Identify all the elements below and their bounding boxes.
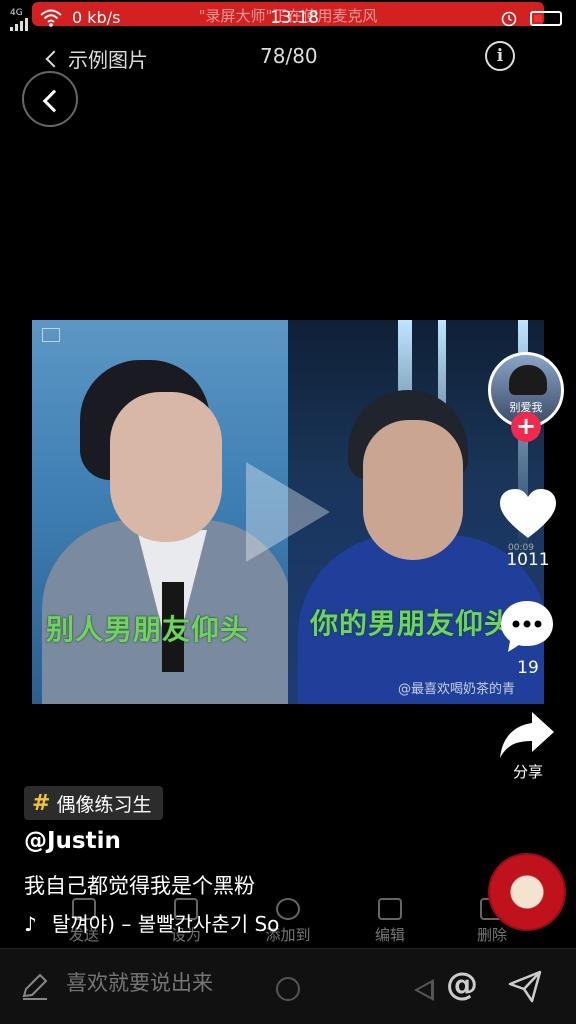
pencil-icon bbox=[22, 973, 48, 1000]
figure-face bbox=[110, 392, 222, 542]
ghost-action-label: 删除 bbox=[476, 926, 507, 944]
comment-bar: @ bbox=[0, 948, 576, 1024]
back-button[interactable] bbox=[22, 71, 78, 127]
magic-wand-icon bbox=[378, 898, 402, 920]
comment-input[interactable] bbox=[66, 971, 306, 995]
follow-button[interactable]: + bbox=[511, 412, 541, 442]
gallery-back-button[interactable]: 示例图片 bbox=[45, 44, 148, 73]
signal-icon bbox=[10, 18, 28, 31]
comment-icon[interactable] bbox=[498, 598, 556, 654]
gallery-back-label: 示例图片 bbox=[68, 48, 148, 72]
clock: 13:18 bbox=[270, 8, 319, 28]
network-type: 4G bbox=[10, 8, 23, 18]
ghost-action-label: 发送 bbox=[68, 926, 99, 944]
battery-icon bbox=[530, 11, 562, 26]
send-icon bbox=[72, 898, 96, 920]
alarm-icon bbox=[501, 11, 517, 27]
wifi-icon bbox=[40, 9, 62, 27]
chevron-left-icon bbox=[45, 50, 63, 67]
hashtag-icon: # bbox=[32, 790, 51, 816]
music-note-icon: ♪ bbox=[24, 912, 37, 936]
ghost-action-set-as: 设为 bbox=[156, 898, 216, 945]
watermark: @最喜欢喝奶茶的青 bbox=[398, 682, 516, 697]
ghost-action-label: 添加到 bbox=[265, 926, 311, 944]
nav-home-icon[interactable] bbox=[276, 977, 300, 1001]
ghost-action-edit: 编辑 bbox=[360, 898, 420, 945]
heart-icon[interactable] bbox=[498, 488, 558, 540]
image-counter: 78/80 bbox=[260, 44, 318, 68]
image-icon bbox=[174, 898, 198, 920]
ghost-action-label: 编辑 bbox=[374, 926, 405, 944]
ghost-action-add-to: 添加到 bbox=[258, 898, 318, 945]
video-description: 我自己都觉得我是个黑粉 bbox=[24, 874, 255, 898]
share-icon[interactable] bbox=[498, 710, 556, 760]
share-label: 分享 bbox=[512, 763, 543, 781]
author-name[interactable]: @Justin bbox=[24, 828, 121, 854]
figure-face bbox=[363, 420, 463, 560]
plus-icon bbox=[276, 898, 300, 920]
info-button[interactable]: i bbox=[485, 41, 515, 71]
ghost-action-label: 设为 bbox=[170, 926, 201, 944]
status-bar: "录屏大师"正在使用麦克风 4G 0 kb/s 13:18 bbox=[0, 0, 576, 40]
music-disc[interactable] bbox=[488, 853, 566, 931]
network-speed: 0 kb/s bbox=[72, 8, 121, 27]
gallery-header: 示例图片 78/80 i bbox=[0, 40, 576, 74]
show-logo bbox=[42, 328, 60, 342]
ghost-action-send: 发送 bbox=[54, 898, 114, 945]
subtitle-right: 你的男朋友仰头 bbox=[310, 607, 514, 640]
hashtag-chip[interactable]: # 偶像练习生 bbox=[24, 786, 164, 820]
like-count: 1011 bbox=[506, 550, 550, 570]
nav-back-icon[interactable] bbox=[414, 979, 434, 1001]
comment-count: 19 bbox=[517, 658, 539, 678]
send-icon[interactable] bbox=[508, 969, 542, 1003]
hashtag-label: 偶像练习生 bbox=[56, 793, 152, 816]
subtitle-left: 别人男朋友仰头 bbox=[46, 613, 250, 646]
play-icon[interactable] bbox=[246, 462, 330, 562]
mention-icon[interactable]: @ bbox=[446, 965, 478, 1003]
avatar-hair bbox=[509, 365, 547, 395]
